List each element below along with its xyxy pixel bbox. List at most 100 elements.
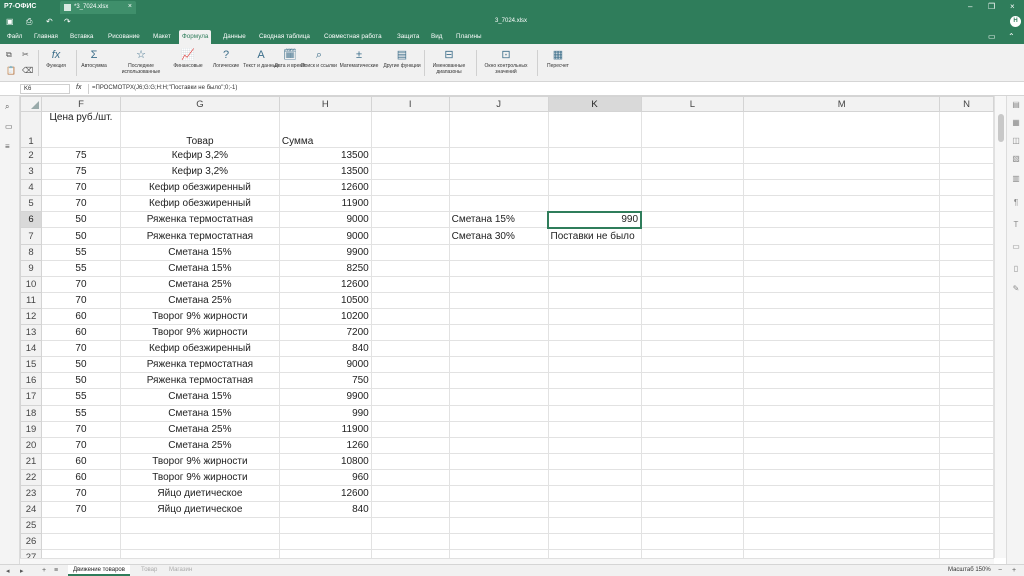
cell[interactable]: 70 [40, 179, 121, 197]
cell[interactable] [640, 420, 745, 438]
row-header[interactable]: 15 [20, 356, 42, 374]
tab-plugins[interactable]: Плагины [453, 30, 485, 44]
vertical-scroll-thumb[interactable] [998, 114, 1004, 142]
close-window-icon[interactable]: × [1010, 2, 1015, 11]
cell[interactable] [448, 533, 549, 551]
cell[interactable] [743, 372, 941, 390]
row-header[interactable]: 5 [20, 195, 42, 213]
cell[interactable] [743, 179, 941, 197]
pivot-settings-icon[interactable]: ▭ [1011, 242, 1021, 251]
redo-icon[interactable]: ↷ [64, 17, 71, 26]
row-header[interactable]: 27 [20, 549, 42, 558]
cell[interactable] [640, 179, 745, 197]
cell[interactable] [278, 517, 372, 535]
cell[interactable] [939, 227, 994, 245]
row-header[interactable]: 3 [20, 163, 42, 181]
cell[interactable] [640, 533, 745, 551]
cell[interactable] [743, 468, 941, 486]
cell[interactable] [448, 468, 549, 486]
cell[interactable] [547, 163, 642, 181]
tab-view[interactable]: Вид [428, 30, 445, 44]
cell[interactable] [119, 533, 280, 551]
cell[interactable] [370, 307, 450, 326]
cell[interactable] [640, 211, 745, 229]
paste-icon[interactable]: 📋 [6, 66, 16, 75]
cell[interactable]: 9000 [278, 227, 372, 245]
cell[interactable] [743, 195, 941, 213]
cell[interactable] [370, 356, 450, 374]
cell[interactable] [370, 549, 450, 558]
cell[interactable] [448, 111, 549, 148]
cell[interactable] [743, 340, 941, 358]
cell[interactable] [640, 291, 745, 309]
cell[interactable] [939, 211, 994, 229]
cell[interactable]: 9000 [278, 356, 372, 374]
save-icon[interactable]: ▣ [6, 17, 14, 26]
tab-draw[interactable]: Рисование [105, 30, 143, 44]
cell[interactable] [743, 388, 941, 406]
row-header[interactable]: 1 [20, 111, 42, 148]
cell[interactable]: Яйцо диетическое [119, 501, 280, 519]
cell[interactable] [370, 163, 450, 181]
cell[interactable]: 7200 [278, 324, 372, 342]
cell[interactable]: 75 [40, 146, 121, 165]
cell[interactable] [640, 111, 745, 148]
cell[interactable]: Сметана 25% [119, 420, 280, 438]
cell[interactable] [448, 259, 549, 277]
cell[interactable] [743, 549, 941, 558]
cell[interactable] [370, 195, 450, 213]
cell[interactable] [370, 243, 450, 261]
cell[interactable] [119, 549, 280, 558]
cell[interactable] [640, 307, 745, 326]
cell[interactable] [743, 324, 941, 342]
cell[interactable] [743, 291, 941, 309]
cell[interactable]: 10200 [278, 307, 372, 326]
lookup-functions-button[interactable]: ⌕ Поиск и ссылки [299, 49, 339, 69]
cell[interactable] [370, 484, 450, 503]
text-art-icon[interactable]: T [1011, 220, 1021, 229]
column-header[interactable]: M [743, 96, 941, 112]
cell[interactable] [448, 356, 549, 374]
cell[interactable] [370, 291, 450, 309]
cell[interactable]: 13500 [278, 163, 372, 181]
cell[interactable] [939, 111, 994, 148]
cell[interactable] [370, 452, 450, 470]
cell[interactable] [640, 501, 745, 519]
cell[interactable]: 75 [40, 163, 121, 181]
cell[interactable] [743, 227, 941, 245]
tab-insert[interactable]: Вставка [67, 30, 96, 44]
cell[interactable]: 60 [40, 307, 121, 326]
row-header[interactable]: 19 [20, 420, 42, 438]
tab-layout[interactable]: Макет [150, 30, 174, 44]
cell[interactable] [370, 436, 450, 454]
cell[interactable] [547, 275, 642, 293]
signature-icon[interactable]: ✎ [1011, 284, 1021, 293]
cell[interactable] [448, 436, 549, 454]
cell[interactable]: Ряженка термостатная [119, 372, 280, 390]
cell[interactable] [448, 340, 549, 358]
slicer-settings-icon[interactable]: ▯ [1011, 264, 1021, 273]
cell[interactable] [547, 291, 642, 309]
tab-collaboration[interactable]: Совместная работа [321, 30, 385, 44]
cell[interactable]: Творог 9% жирности [119, 324, 280, 342]
cell[interactable] [640, 227, 745, 245]
cell[interactable]: 11900 [278, 420, 372, 438]
name-box[interactable]: K6 [20, 84, 70, 94]
row-header[interactable]: 23 [20, 484, 42, 503]
cell[interactable] [640, 324, 745, 342]
cell[interactable] [640, 484, 745, 503]
row-header[interactable]: 10 [20, 275, 42, 293]
cell[interactable]: 70 [40, 501, 121, 519]
header-cell-price[interactable]: Цена руб./шт. [40, 111, 121, 148]
cell[interactable] [939, 484, 994, 503]
cell[interactable] [448, 404, 549, 422]
sheet-tab-product[interactable]: Товар [136, 565, 162, 576]
cell[interactable] [547, 307, 642, 326]
table-settings-icon[interactable]: ▦ [1011, 118, 1021, 127]
cell[interactable] [939, 179, 994, 197]
column-header[interactable]: N [939, 96, 994, 112]
cell[interactable] [939, 163, 994, 181]
spreadsheet-grid[interactable]: F G H I J K L M N 1 Цена руб./шт. Товар … [20, 96, 994, 558]
open-location-icon[interactable]: ▭ [988, 32, 996, 41]
image-settings-icon[interactable]: ▧ [1011, 154, 1021, 163]
